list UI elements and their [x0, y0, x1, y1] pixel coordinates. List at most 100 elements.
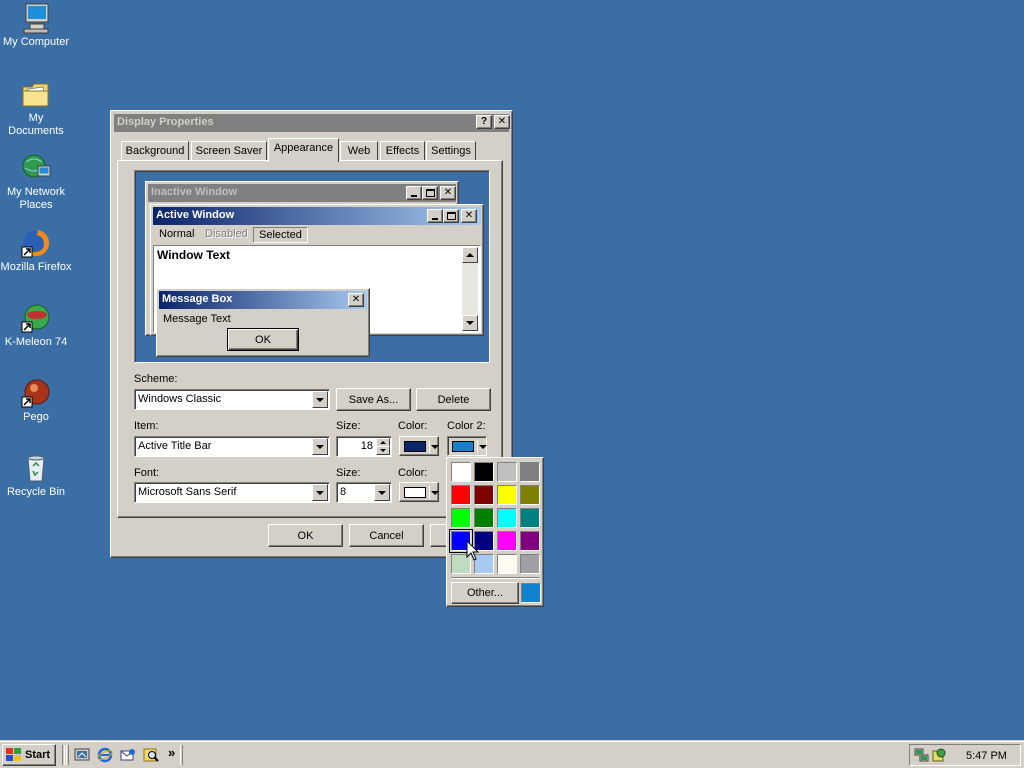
menu-item-normal: Normal: [159, 228, 195, 240]
font-color-label: Color:: [398, 467, 428, 479]
scroll-up-icon: [466, 253, 474, 257]
item-dropdown-button[interactable]: [312, 438, 328, 455]
search-icon[interactable]: [143, 747, 159, 763]
inactive-maximize-button: [422, 186, 438, 200]
color-swatch[interactable]: [451, 485, 471, 505]
network-connection-icon[interactable]: [914, 747, 930, 763]
font-select[interactable]: Microsoft Sans Serif: [134, 482, 330, 503]
font-size-label: Size:: [336, 467, 361, 479]
tab-label: Web: [347, 145, 371, 157]
font-size-value: 8: [340, 486, 347, 498]
msgbox-text: Message Text: [163, 313, 231, 325]
font-size-select[interactable]: 8: [336, 482, 392, 503]
save-as-button[interactable]: Save As...: [336, 388, 411, 411]
dialog-title-bar[interactable]: Display Properties: [114, 114, 509, 132]
quick-launch-overflow[interactable]: »: [168, 745, 175, 760]
desktop-icon-k-meleon[interactable]: K-Meleon 74: [0, 302, 72, 349]
color-swatch[interactable]: [520, 531, 540, 551]
tab-label: Effects: [385, 145, 420, 157]
font-value: Microsoft Sans Serif: [138, 486, 237, 498]
color-swatch[interactable]: [497, 485, 517, 505]
scheme-select[interactable]: Windows Classic: [134, 389, 330, 410]
tab-screen-saver[interactable]: Screen Saver: [191, 141, 267, 161]
maximize-icon: [425, 189, 435, 197]
separator: [429, 486, 430, 499]
item-color2-button[interactable]: [447, 436, 487, 456]
windows-logo-icon: [6, 748, 21, 761]
tab-background[interactable]: Background: [121, 141, 189, 161]
other-color-button[interactable]: Other...: [451, 582, 519, 604]
color-swatch[interactable]: [497, 462, 517, 482]
chevron-down-icon: [479, 445, 487, 449]
spin-down-button[interactable]: [376, 446, 390, 455]
internet-explorer-icon[interactable]: [97, 747, 113, 763]
msgbox-ok-button: OK: [227, 328, 299, 351]
scheme-value: Windows Classic: [138, 393, 222, 405]
chevron-down-icon: [431, 445, 439, 449]
color-swatch[interactable]: [474, 485, 494, 505]
folder-documents-icon: [22, 83, 49, 107]
desktop-icon-pego[interactable]: Pego: [0, 377, 72, 424]
outlook-express-icon[interactable]: [120, 747, 136, 763]
cancel-button[interactable]: Cancel: [349, 524, 424, 547]
desktop-icon-label: My Computer: [2, 36, 70, 48]
font-size-dropdown-button[interactable]: [374, 484, 390, 501]
tab-label: Settings: [431, 145, 471, 157]
custom-color-swatch[interactable]: [521, 583, 541, 603]
system-tray: 5:47 PM: [909, 744, 1021, 766]
start-button[interactable]: Start: [2, 744, 56, 766]
taskbar: Start » 5:47 PM: [0, 740, 1024, 768]
msgbox-close-button: ✕: [348, 293, 364, 307]
start-label: Start: [25, 749, 51, 761]
tray-app-icon[interactable]: [931, 747, 947, 763]
ok-button[interactable]: OK: [268, 524, 343, 547]
color-swatch[interactable]: [520, 462, 540, 482]
desktop-icon-recycle-bin[interactable]: Recycle Bin: [0, 452, 72, 499]
desktop-icon-network-places[interactable]: My Network Places: [0, 152, 72, 212]
item-select[interactable]: Active Title Bar: [134, 436, 330, 457]
color-swatch[interactable]: [497, 531, 517, 551]
item-size-value[interactable]: 18: [361, 440, 373, 452]
desktop-icon-my-documents[interactable]: My Documents: [0, 78, 72, 138]
item-color2-swatch: [452, 441, 474, 452]
help-button[interactable]: ?: [476, 115, 492, 129]
inactive-minimize-button: [406, 186, 422, 200]
item-color-button[interactable]: [399, 436, 439, 456]
color-swatch[interactable]: [520, 508, 540, 528]
chevron-down-icon: [316, 397, 324, 402]
help-icon: ?: [480, 116, 488, 127]
button-label: Save As...: [348, 393, 399, 406]
firefox-icon: [21, 229, 50, 258]
clock[interactable]: 5:47 PM: [966, 750, 1007, 762]
color-swatch[interactable]: [474, 508, 494, 528]
separator: [429, 440, 430, 453]
tab-effects[interactable]: Effects: [380, 141, 425, 161]
chevron-down-icon: [316, 444, 324, 449]
dialog-title: Display Properties: [117, 116, 214, 128]
font-color-button[interactable]: [399, 482, 439, 502]
pego-icon: [21, 379, 50, 408]
scheme-dropdown-button[interactable]: [312, 391, 328, 408]
item-size-spinner[interactable]: 18: [336, 436, 392, 457]
color-swatch[interactable]: [497, 508, 517, 528]
color-swatch[interactable]: [451, 462, 471, 482]
preview-message-box: Message Box ✕ Message Text OK: [156, 288, 370, 357]
preview-window-text: Window Text: [157, 248, 230, 262]
show-desktop-icon[interactable]: [74, 747, 90, 763]
color-swatch[interactable]: [520, 554, 540, 574]
desktop-icon-firefox[interactable]: Mozilla Firefox: [0, 227, 72, 274]
item-color-swatch: [404, 441, 426, 452]
tab-web[interactable]: Web: [340, 141, 378, 161]
button-label: OK: [255, 333, 271, 346]
tab-settings[interactable]: Settings: [426, 141, 476, 161]
color-swatch[interactable]: [520, 485, 540, 505]
color-swatch[interactable]: [497, 554, 517, 574]
item-color2-label: Color 2:: [447, 420, 486, 432]
delete-button[interactable]: Delete: [416, 388, 491, 411]
color-swatch[interactable]: [474, 462, 494, 482]
close-button[interactable]: ✕: [494, 115, 510, 129]
font-dropdown-button[interactable]: [312, 484, 328, 501]
tab-appearance[interactable]: Appearance: [268, 138, 339, 162]
color-swatch[interactable]: [451, 508, 471, 528]
desktop-icon-my-computer[interactable]: My Computer: [0, 2, 72, 49]
